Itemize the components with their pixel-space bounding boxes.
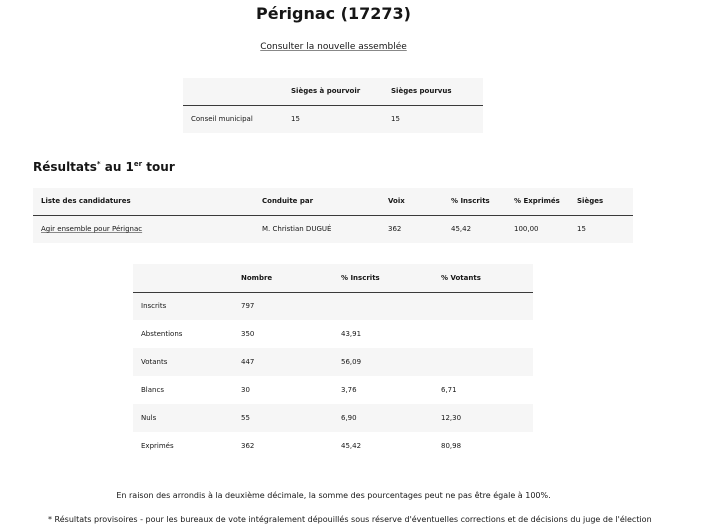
results-lead-cell: M. Christian DUGUÉ	[262, 225, 332, 234]
row-label: Inscrits	[141, 302, 167, 311]
row-pct-voters	[433, 320, 533, 348]
results-heading-suffix: tour	[142, 160, 175, 174]
results-header-seats: Sièges	[577, 197, 604, 206]
results-header-list: Liste des candidatures	[41, 197, 131, 206]
row-label: Votants	[141, 358, 168, 366]
row-count: 447	[241, 358, 255, 366]
row-label: Exprimés	[141, 442, 174, 450]
page-title: Pérignac (17273)	[256, 4, 411, 23]
results-seats-cell: 15	[577, 225, 586, 234]
results-header-lead: Conduite par	[262, 197, 314, 206]
rounding-note: En raison des arrondis à la deuxième déc…	[116, 491, 551, 500]
seats-header-to-fill: Sièges à pourvoir	[291, 87, 361, 96]
row-pct-registered: 45,42	[341, 442, 362, 450]
participation-header-pct-registered: % Inscrits	[341, 273, 380, 282]
participation-header-pct-voters: % Votants	[441, 273, 481, 282]
row-pct-registered: 6,90	[341, 414, 357, 422]
results-header-pct-expressed: % Exprimés	[514, 197, 560, 206]
seats-body-label: Conseil municipal	[191, 115, 253, 124]
row-pct-voters: 12,30	[441, 414, 462, 422]
table-row: Agir ensemble pour Pérignac M. Christian…	[33, 215, 633, 243]
row-pct-registered	[333, 292, 433, 320]
seats-header-filled: Sièges pourvus	[391, 87, 452, 96]
results-heading: Résultats* au 1er tour	[33, 160, 175, 174]
row-count: 30	[241, 386, 250, 394]
results-heading-middle: au 1	[100, 160, 134, 174]
table-row: Conseil municipal 15 15	[183, 105, 483, 133]
row-pct-registered: 43,91	[341, 330, 362, 338]
seats-table: Sièges à pourvoir Sièges pourvus Conseil…	[183, 78, 483, 133]
row-label: Nuls	[141, 414, 157, 422]
seats-header-empty	[183, 78, 283, 105]
results-heading-prefix: Résultats	[33, 160, 97, 174]
results-list-cell: Agir ensemble pour Pérignac	[33, 215, 254, 243]
results-pct-registered-cell: 45,42	[451, 225, 472, 234]
results-pct-expressed-cell: 100,00	[514, 225, 539, 234]
participation-header-count: Nombre	[241, 273, 273, 282]
results-table-header: Liste des candidatures Conduite par Voix…	[33, 188, 633, 215]
participation-table: Nombre % Inscrits % Votants Inscrits 797…	[133, 264, 533, 460]
table-row: Inscrits 797	[133, 292, 533, 320]
seats-table-header: Sièges à pourvoir Sièges pourvus	[183, 78, 483, 105]
participation-header-empty	[133, 264, 233, 292]
row-label: Blancs	[141, 386, 164, 394]
row-pct-registered: 3,76	[341, 386, 357, 394]
participation-table-header: Nombre % Inscrits % Votants	[133, 264, 533, 292]
row-count: 350	[241, 330, 255, 338]
row-count: 797	[241, 302, 255, 311]
candidate-list-link[interactable]: Agir ensemble pour Pérignac	[41, 225, 142, 233]
row-pct-voters	[433, 292, 533, 320]
table-row: Blancs 30 3,76 6,71	[133, 376, 533, 404]
results-header-votes: Voix	[388, 197, 405, 206]
row-pct-voters	[433, 348, 533, 376]
table-row: Votants 447 56,09	[133, 348, 533, 376]
new-assembly-link[interactable]: Consulter la nouvelle assemblée	[260, 42, 407, 52]
row-pct-registered: 56,09	[341, 358, 362, 366]
table-row: Exprimés 362 45,42 80,98	[133, 432, 533, 460]
new-assembly-link-container: Consulter la nouvelle assemblée	[0, 42, 667, 52]
row-count: 55	[241, 414, 250, 422]
seats-filled-value: 15	[391, 115, 400, 124]
table-row: Nuls 55 6,90 12,30	[133, 404, 533, 432]
row-pct-voters: 6,71	[441, 386, 457, 394]
results-heading-sup: er	[133, 160, 143, 168]
row-count: 362	[241, 442, 255, 450]
seats-to-fill-value: 15	[291, 115, 300, 124]
results-header-pct-registered: % Inscrits	[451, 197, 490, 206]
row-label: Abstentions	[141, 330, 183, 338]
table-row: Abstentions 350 43,91	[133, 320, 533, 348]
results-votes-cell: 362	[388, 225, 402, 234]
provisional-results-note: * Résultats provisoires - pour les burea…	[48, 515, 652, 524]
results-table: Liste des candidatures Conduite par Voix…	[33, 188, 633, 243]
row-pct-voters: 80,98	[441, 442, 462, 450]
